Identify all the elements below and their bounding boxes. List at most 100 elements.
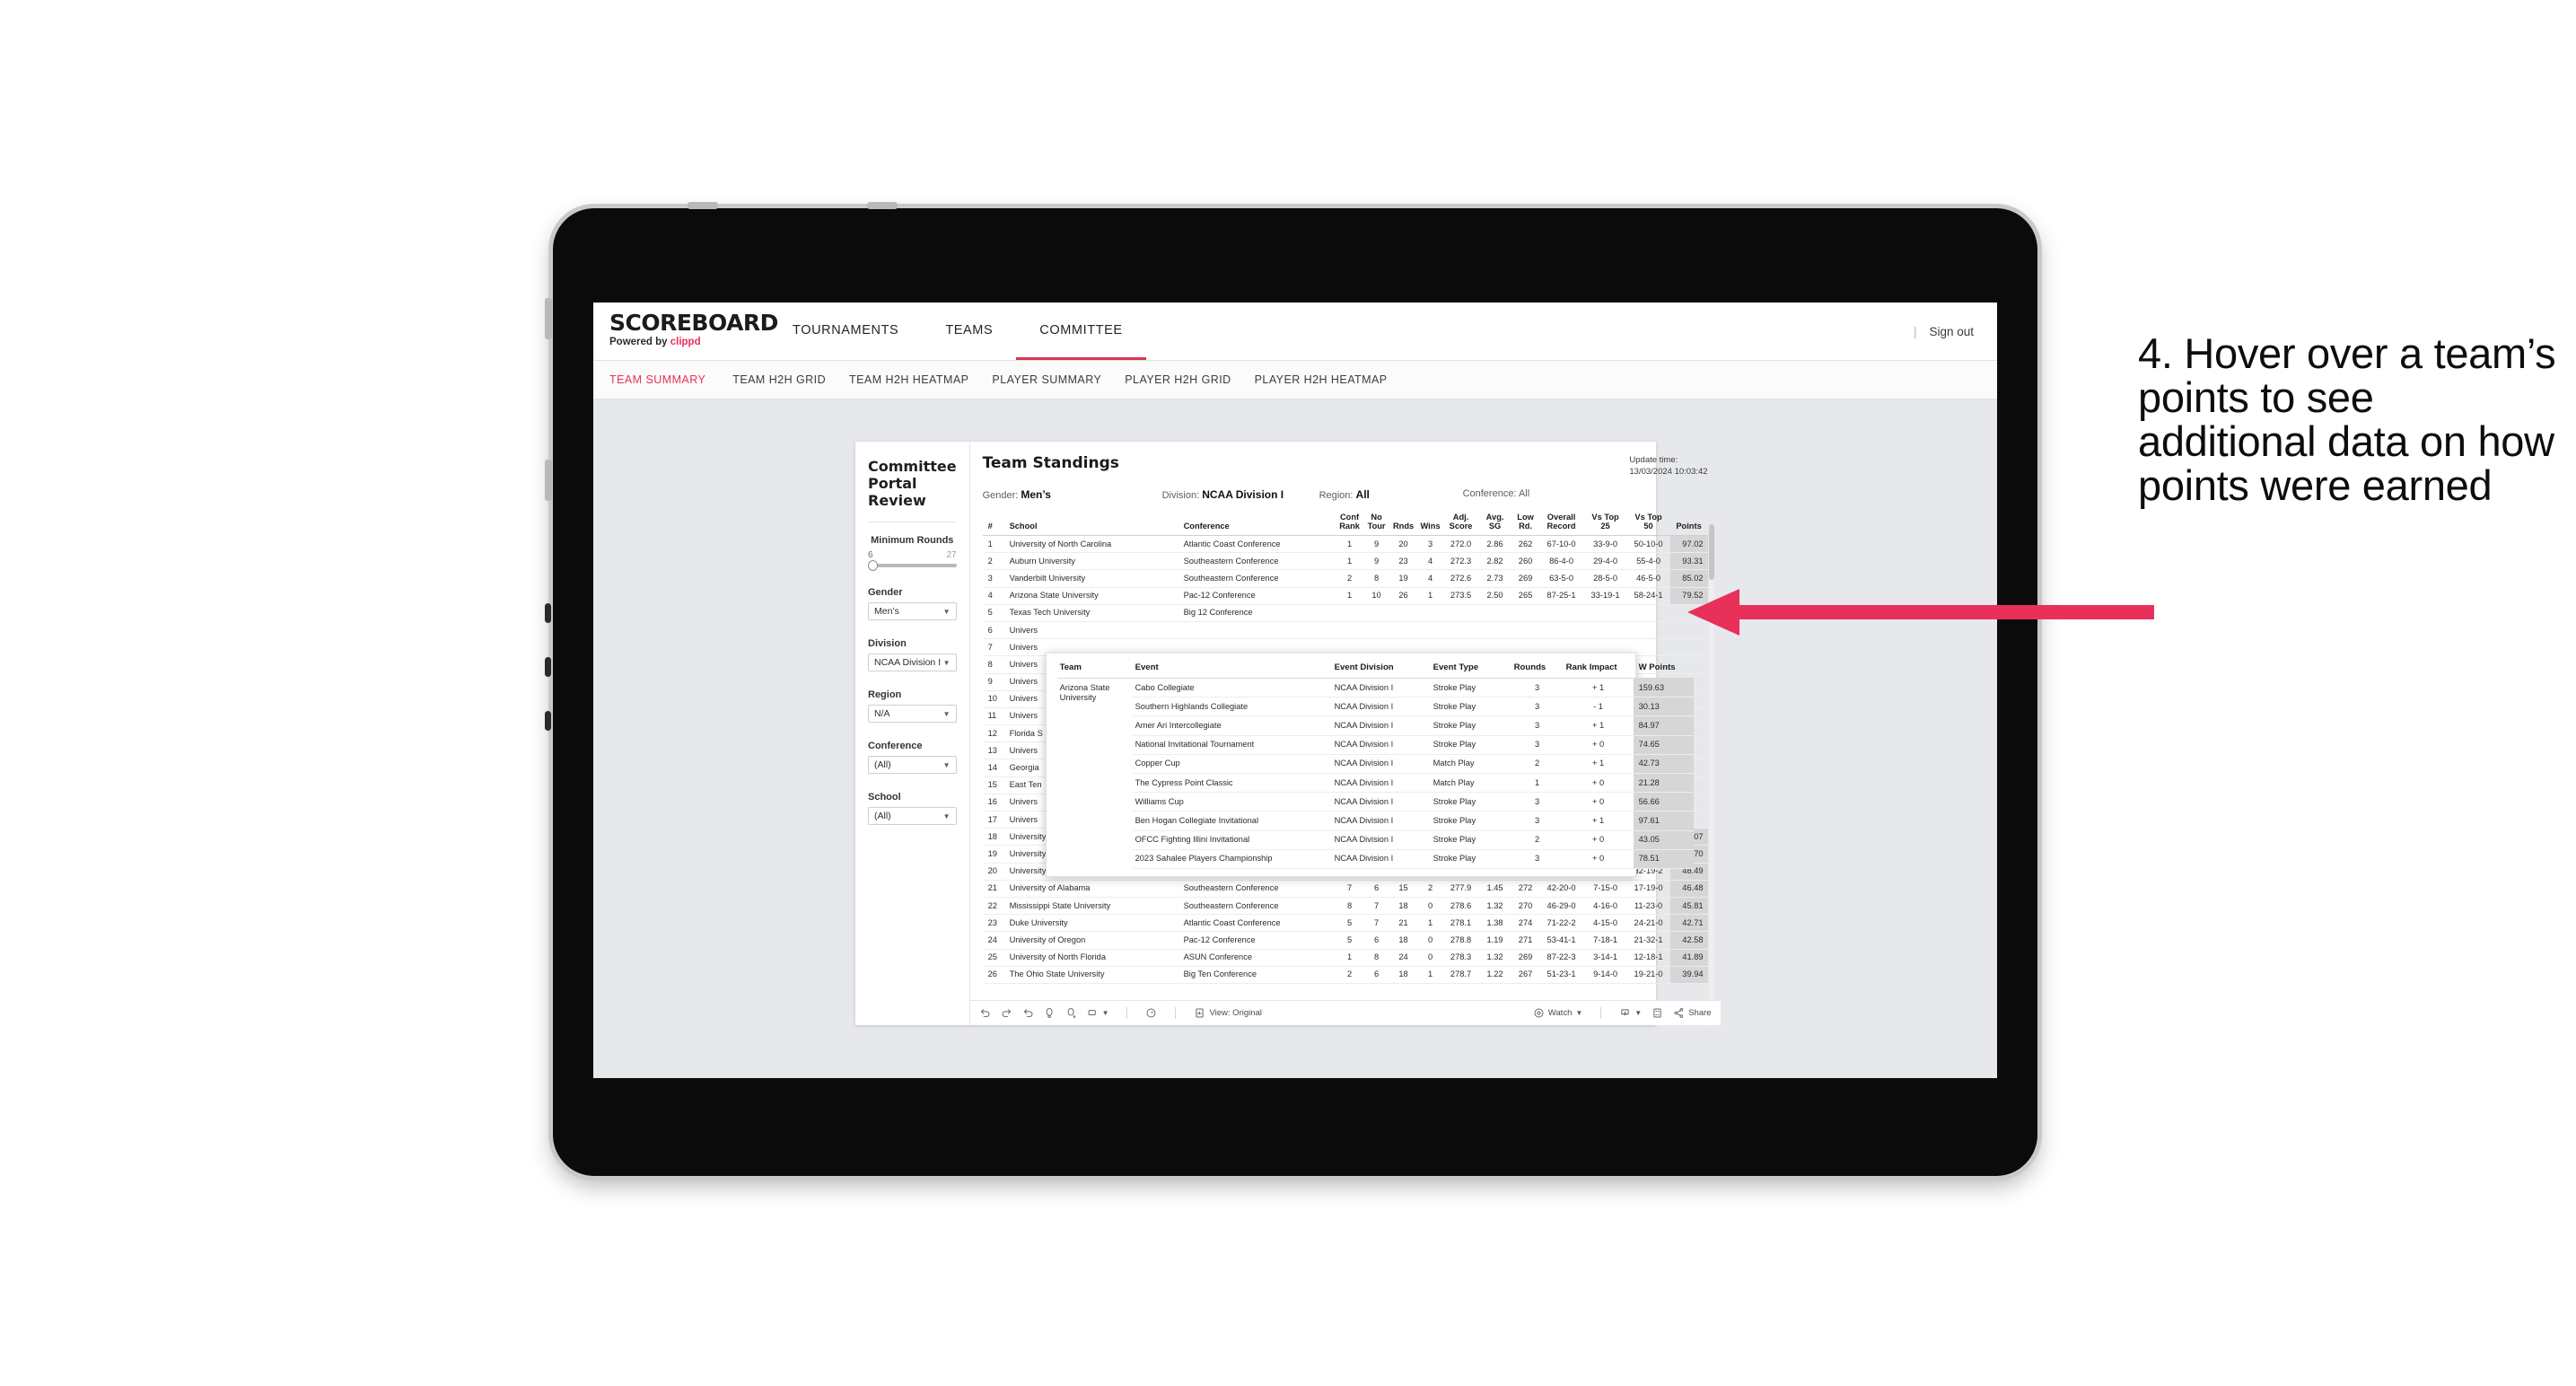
cell-points[interactable]: 46.48 bbox=[1669, 880, 1708, 898]
cell-points[interactable]: 42.58 bbox=[1669, 931, 1708, 950]
cell-points[interactable]: 45.81 bbox=[1669, 897, 1708, 916]
tab-team-h2h-grid[interactable]: TEAM H2H GRID bbox=[732, 373, 849, 386]
division-select[interactable]: NCAA Division I ▼ bbox=[868, 654, 957, 671]
scrollbar-track[interactable] bbox=[1708, 524, 1714, 1027]
redo-icon[interactable] bbox=[1001, 1007, 1012, 1019]
table-row[interactable]: 26 The Ohio State University Big Ten Confe… bbox=[982, 966, 1708, 984]
cell-avg-sg: 1.32 bbox=[1477, 897, 1512, 916]
school-select[interactable]: (All) ▼ bbox=[868, 807, 957, 825]
gender-select[interactable]: Men’s ▼ bbox=[868, 602, 957, 620]
brand-logo[interactable]: SCOREBOARD Powered by clippd bbox=[593, 303, 778, 360]
col-vs-top-50[interactable]: Vs Top 50 bbox=[1626, 510, 1670, 536]
tab-player-summary[interactable]: PLAYER SUMMARY bbox=[992, 373, 1125, 386]
pause-icon[interactable] bbox=[1145, 1007, 1157, 1019]
cell-conference: Southeastern Conference bbox=[1181, 897, 1336, 916]
standings-header: # School Conference Conf Rank No Tour Rnds… bbox=[982, 510, 1708, 536]
refresh-data-icon[interactable] bbox=[1044, 1007, 1056, 1019]
pause-auto-update-icon[interactable] bbox=[1065, 1007, 1077, 1019]
tooltip-cell-w-points: 78.51 bbox=[1633, 849, 1694, 869]
slider-handle[interactable] bbox=[868, 560, 878, 571]
col-adj-score[interactable]: Adj. Score bbox=[1443, 510, 1478, 536]
col-no-tour[interactable]: No Tour bbox=[1362, 510, 1390, 536]
col-school[interactable]: School bbox=[1007, 510, 1182, 536]
cell-rank: 26 bbox=[982, 966, 1008, 984]
region-select[interactable]: N/A ▼ bbox=[868, 705, 957, 723]
table-row[interactable]: 3 Vanderbilt University Southeastern Confe… bbox=[982, 569, 1708, 588]
table-row[interactable]: 1 University of North Carolina Atlantic Co… bbox=[982, 535, 1708, 554]
scrollbar-thumb[interactable] bbox=[1708, 524, 1714, 580]
cell-vs-top-50: 11-23-0 bbox=[1626, 897, 1670, 916]
watch-button[interactable]: Watch ▼ bbox=[1533, 1007, 1582, 1019]
tooltip-cell-rounds: 3 bbox=[1511, 792, 1564, 812]
tooltip-cell-event-type: Stroke Play bbox=[1430, 735, 1511, 755]
tooltip-cell-w-points: 21.28 bbox=[1633, 773, 1694, 794]
cell-points[interactable]: 42.71 bbox=[1669, 914, 1708, 933]
col-avg-sg[interactable]: Avg. SG bbox=[1477, 510, 1512, 536]
table-row[interactable]: 25 University of North Florida ASUN Confer… bbox=[982, 949, 1708, 967]
share-button[interactable]: Share bbox=[1673, 1007, 1712, 1019]
tooltip-cell-rounds: 3 bbox=[1511, 735, 1564, 755]
summary-division-label: Division: bbox=[1161, 490, 1200, 501]
col-rnds[interactable]: Rnds bbox=[1389, 510, 1417, 536]
cell-rank: 8 bbox=[982, 655, 1008, 674]
table-row[interactable]: 5 Texas Tech University Big 12 Conference bbox=[982, 604, 1708, 622]
tab-team-summary[interactable]: TEAM SUMMARY bbox=[609, 373, 732, 386]
col-overall-record[interactable]: Overall Record bbox=[1538, 510, 1584, 536]
cell-points[interactable]: 85.02 bbox=[1669, 569, 1708, 588]
nav-item-tournaments[interactable]: TOURNAMENTS bbox=[769, 303, 922, 360]
table-row[interactable]: 23 Duke University Atlantic Coast Conferen… bbox=[982, 914, 1708, 933]
cell-wins: 4 bbox=[1416, 552, 1444, 571]
col-conference[interactable]: Conference bbox=[1181, 510, 1336, 536]
minimum-rounds-slider[interactable] bbox=[868, 560, 957, 571]
cell-points[interactable] bbox=[1669, 621, 1708, 640]
side-port-1 bbox=[545, 603, 551, 623]
table-row[interactable]: 6 Univers bbox=[982, 621, 1708, 640]
view-original-button[interactable]: View: Original bbox=[1194, 1007, 1262, 1019]
device-layout-dropdown[interactable]: ▼ bbox=[1087, 1007, 1108, 1019]
cell-points[interactable] bbox=[1669, 638, 1708, 657]
cell-points[interactable]: 93.31 bbox=[1669, 552, 1708, 571]
division-filter: Division NCAA Division I ▼ bbox=[868, 638, 957, 671]
cell-rank: 15 bbox=[982, 776, 1008, 794]
col-vs-top-25[interactable]: Vs Top 25 bbox=[1583, 510, 1627, 536]
cell-points[interactable]: 41.89 bbox=[1669, 949, 1708, 967]
sign-out-link[interactable]: Sign out bbox=[1929, 325, 1974, 338]
nav-item-teams[interactable]: TEAMS bbox=[922, 303, 1016, 360]
tooltip-cell-event: Ben Hogan Collegiate Invitational bbox=[1132, 811, 1332, 831]
cell-vs-top-50: 24-21-0 bbox=[1626, 914, 1670, 933]
table-row[interactable]: 2 Auburn University Southeastern Conferenc… bbox=[982, 552, 1708, 571]
device-icon bbox=[1087, 1007, 1099, 1019]
undo-icon[interactable] bbox=[979, 1007, 991, 1019]
volume-down-button[interactable] bbox=[545, 460, 552, 501]
conference-select[interactable]: (All) ▼ bbox=[868, 756, 957, 774]
cell-points[interactable]: 39.94 bbox=[1669, 966, 1708, 984]
col-wins[interactable]: Wins bbox=[1416, 510, 1444, 536]
col-rank[interactable]: # bbox=[982, 510, 1008, 536]
table-row[interactable]: 4 Arizona State University Pac-12 Conferen… bbox=[982, 587, 1708, 605]
school-value: (All) bbox=[874, 811, 891, 821]
power-button[interactable] bbox=[688, 202, 718, 209]
cell-points[interactable]: 79.52 bbox=[1669, 587, 1708, 605]
revert-icon[interactable] bbox=[1022, 1007, 1034, 1019]
table-row[interactable]: 24 University of Oregon Pac-12 Conference 5… bbox=[982, 931, 1708, 950]
tooltip-row: Williams Cup NCAA Division I Stroke Play 3 +… bbox=[1057, 792, 1694, 812]
tab-player-h2h-grid[interactable]: PLAYER H2H GRID bbox=[1125, 373, 1254, 386]
cell-points[interactable] bbox=[1669, 604, 1708, 622]
table-row[interactable]: 22 Mississippi State University Southeaste… bbox=[982, 897, 1708, 916]
tab-player-h2h-heatmap[interactable]: PLAYER H2H HEATMAP bbox=[1255, 373, 1411, 386]
cell-points[interactable]: 97.02 bbox=[1669, 535, 1708, 554]
col-points[interactable]: Points bbox=[1669, 510, 1708, 536]
volume-up-button[interactable] bbox=[545, 298, 552, 339]
table-row[interactable]: 21 University of Alabama Southeastern Conf… bbox=[982, 880, 1708, 898]
col-conf-rank[interactable]: Conf Rank bbox=[1336, 510, 1363, 536]
download-button[interactable]: ▼ bbox=[1619, 1007, 1642, 1019]
cell-no-tour: 9 bbox=[1362, 552, 1390, 571]
top-button[interactable] bbox=[867, 202, 898, 209]
col-low-rd[interactable]: Low Rd. bbox=[1511, 510, 1539, 536]
cell-conf-rank: 5 bbox=[1336, 914, 1363, 933]
tab-team-h2h-heatmap[interactable]: TEAM H2H HEATMAP bbox=[849, 373, 992, 386]
fullscreen-icon[interactable] bbox=[1652, 1007, 1663, 1019]
nav-item-committee[interactable]: COMMITTEE bbox=[1016, 303, 1146, 360]
tooltip-cell-rank-impact: + 1 bbox=[1563, 715, 1634, 736]
cell-vs-top-50 bbox=[1626, 604, 1670, 622]
